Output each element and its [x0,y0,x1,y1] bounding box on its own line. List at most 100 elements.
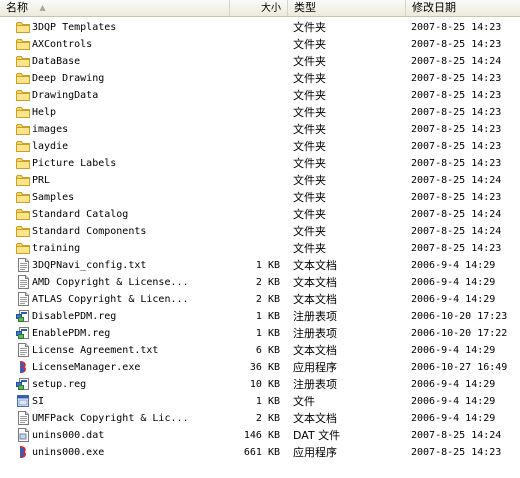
file-size: 2 KB [255,277,280,288]
file-row[interactable]: PRL 文件夹 2007-8-25 14:24 [0,172,520,189]
column-header-size-label: 大小 [261,3,281,14]
file-type: 文本文档 [293,259,337,272]
folder-icon [16,122,30,136]
file-row[interactable]: 3DQPNavi_config.txt 1 KB 文本文档 2006-9-4 14:2… [0,257,520,274]
folder-icon [16,139,30,153]
file-type: 文件夹 [293,225,326,238]
file-name: AXControls [32,39,93,50]
file-modified: 2006-9-4 14:29 [411,396,496,407]
file-type: 文本文档 [293,293,337,306]
text-file-icon [16,411,30,425]
file-size: 6 KB [255,345,280,356]
file-row[interactable]: LicenseManager.exe 36 KB 应用程序 2006-10-27 16… [0,359,520,376]
file-row[interactable]: training 文件夹 2007-8-25 14:23 [0,240,520,257]
file-row[interactable]: Help 文件夹 2007-8-25 14:23 [0,104,520,121]
file-name: unins000.exe [32,447,105,458]
installer-exe-icon [16,360,30,374]
file-modified: 2007-8-25 14:23 [411,22,502,33]
file-type: 文件夹 [293,55,326,68]
file-modified: 2007-8-25 14:24 [411,209,502,220]
folder-icon [16,54,30,68]
file-name: 3DQP Templates [32,22,117,33]
file-type: 文件夹 [293,140,326,153]
text-file-icon [16,258,30,272]
file-type: 文件夹 [293,106,326,119]
file-size: 10 KB [249,379,280,390]
file-row[interactable]: 3DQP Templates 文件夹 2007-8-25 14:23 [0,19,520,36]
file-modified: 2007-8-25 14:24 [411,430,502,441]
file-type: 文本文档 [293,344,337,357]
column-header-modified[interactable]: 修改日期 [406,0,520,16]
column-header-type[interactable]: 类型 [288,0,406,16]
file-row[interactable]: unins000.dat 146 KB DAT 文件 2007-8-25 14:24 [0,427,520,444]
file-name: Standard Components [32,226,147,237]
file-name: UMFPack Copyright & Lic... [32,413,189,424]
folder-icon [16,105,30,119]
file-type: 文件夹 [293,208,326,221]
file-name: Standard Catalog [32,209,129,220]
file-name: training [32,243,81,254]
file-type: 注册表项 [293,327,337,340]
file-type: 应用程序 [293,361,337,374]
file-row[interactable]: Deep Drawing 文件夹 2007-8-25 14:23 [0,70,520,87]
file-type: 文件夹 [293,38,326,51]
file-modified: 2006-9-4 14:29 [411,413,496,424]
file-modified: 2007-8-25 14:24 [411,226,502,237]
file-modified: 2006-9-4 14:29 [411,379,496,390]
file-row[interactable]: Picture Labels 文件夹 2007-8-25 14:23 [0,155,520,172]
file-row[interactable]: laydie 文件夹 2007-8-25 14:23 [0,138,520,155]
file-row[interactable]: EnablePDM.reg 1 KB 注册表项 2006-10-20 17:22 [0,325,520,342]
file-row[interactable]: License Agreement.txt 6 KB 文本文档 2006-9-4 14… [0,342,520,359]
file-name: setup.reg [32,379,87,390]
file-modified: 2006-9-4 14:29 [411,345,496,356]
file-name: Help [32,107,57,118]
file-name: DataBase [32,56,81,67]
file-modified: 2006-9-4 14:29 [411,277,496,288]
file-row[interactable]: Standard Catalog 文件夹 2007-8-25 14:24 [0,206,520,223]
file-name: EnablePDM.reg [32,328,111,339]
generic-file-icon [16,394,30,408]
file-name: SI [32,396,45,407]
file-row[interactable]: UMFPack Copyright & Lic... 2 KB 文本文档 2006-9… [0,410,520,427]
folder-icon [16,37,30,51]
file-type: 注册表项 [293,310,337,323]
file-row[interactable]: ATLAS Copyright & Licen... 2 KB 文本文档 2006-9… [0,291,520,308]
file-modified: 2007-8-25 14:23 [411,141,502,152]
file-modified: 2007-8-25 14:23 [411,158,502,169]
file-row[interactable]: images 文件夹 2007-8-25 14:23 [0,121,520,138]
file-name: images [32,124,69,135]
file-modified: 2007-8-25 14:23 [411,243,502,254]
file-type: 应用程序 [293,446,337,459]
file-size: 1 KB [255,311,280,322]
file-size: 146 KB [243,430,280,441]
file-modified: 2007-8-25 14:23 [411,192,502,203]
column-header-modified-label: 修改日期 [412,1,456,14]
folder-icon [16,241,30,255]
file-row[interactable]: AMD Copyright & License... 2 KB 文本文档 2006-9… [0,274,520,291]
file-row[interactable]: DataBase 文件夹 2007-8-25 14:24 [0,53,520,70]
file-name: Deep Drawing [32,73,105,84]
file-row[interactable]: setup.reg 10 KB 注册表项 2006-9-4 14:29 [0,376,520,393]
file-type: 注册表项 [293,378,337,391]
file-type: 文件夹 [293,157,326,170]
file-row[interactable]: DrawingData 文件夹 2007-8-25 14:23 [0,87,520,104]
folder-icon [16,156,30,170]
file-row[interactable]: AXControls 文件夹 2007-8-25 14:23 [0,36,520,53]
file-modified: 2006-10-27 16:49 [411,362,508,373]
file-modified: 2007-8-25 14:23 [411,124,502,135]
folder-icon [16,173,30,187]
file-row[interactable]: DisablePDM.reg 1 KB 注册表项 2006-10-20 17:23 [0,308,520,325]
file-modified: 2007-8-25 14:23 [411,90,502,101]
file-row[interactable]: Samples 文件夹 2007-8-25 14:23 [0,189,520,206]
file-type: DAT 文件 [293,429,341,442]
file-row[interactable]: Standard Components 文件夹 2007-8-25 14:24 [0,223,520,240]
file-row[interactable]: unins000.exe 661 KB 应用程序 2007-8-25 14:23 [0,444,520,461]
file-modified: 2006-9-4 14:29 [411,260,496,271]
column-header-size[interactable]: 大小 [230,0,288,16]
column-header-name-label: 名称 [6,1,28,14]
file-size: 2 KB [255,413,280,424]
text-file-icon [16,343,30,357]
file-type: 文件夹 [293,72,326,85]
file-row[interactable]: SI 1 KB 文件 2006-9-4 14:29 [0,393,520,410]
column-header-name[interactable]: 名称 ▲ [0,0,230,16]
